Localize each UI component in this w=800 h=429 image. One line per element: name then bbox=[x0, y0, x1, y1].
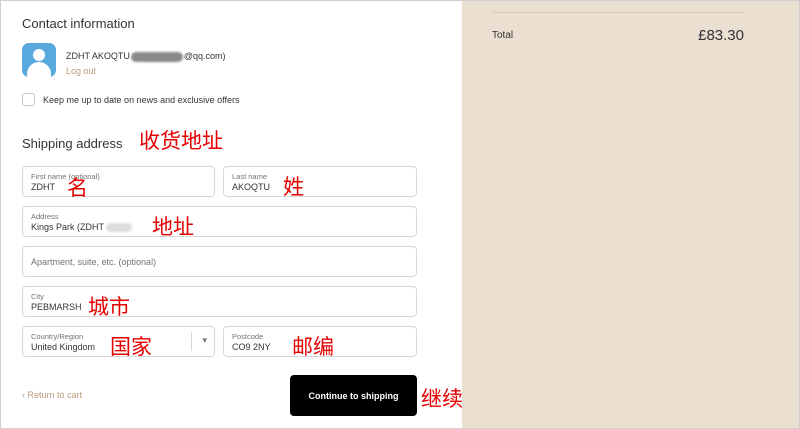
screenshot-border bbox=[0, 0, 800, 429]
